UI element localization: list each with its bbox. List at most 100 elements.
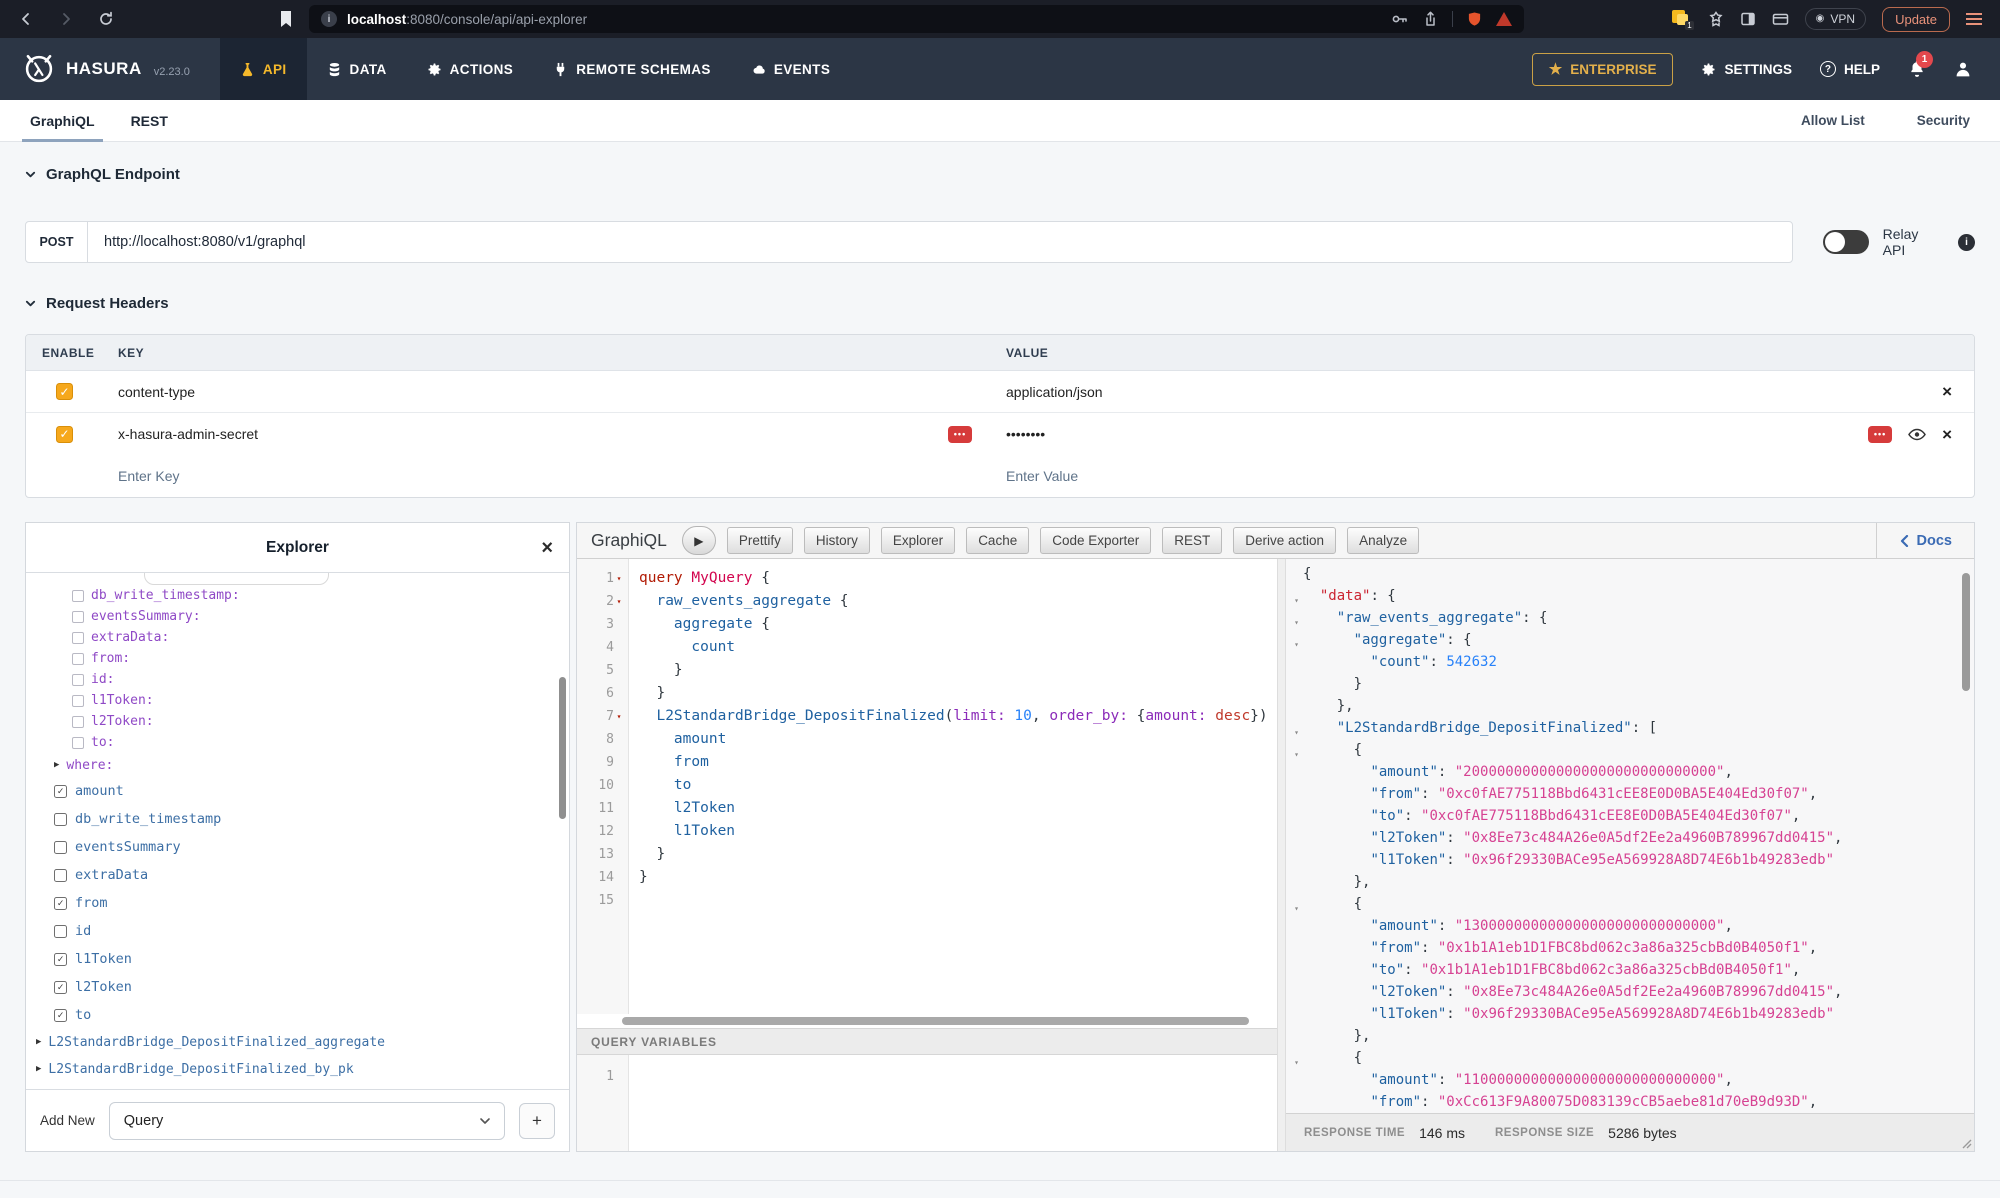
resize-corner-icon[interactable]	[1960, 1137, 1972, 1149]
graphql-endpoint-url[interactable]: http://localhost:8080/v1/graphql	[88, 234, 322, 250]
tab-rest[interactable]: REST	[131, 100, 168, 141]
nav-item-remote-schemas[interactable]: REMOTE SCHEMAS	[533, 38, 731, 100]
fold-arrow-icon[interactable]: ▾	[1290, 739, 1303, 761]
browser-reload-icon[interactable]	[98, 11, 114, 27]
explorer-arg[interactable]: to:	[26, 732, 569, 753]
explorer-field-from[interactable]: ✓from	[26, 889, 569, 917]
vpn-button[interactable]: ◉VPN	[1805, 8, 1866, 30]
nav-item-data[interactable]: DATA	[307, 38, 407, 100]
secret-dots-badge[interactable]: •••	[948, 426, 972, 443]
hasura-logo[interactable]	[22, 52, 56, 86]
explorer-arg[interactable]: from:	[26, 648, 569, 669]
settings-button[interactable]: SETTINGS	[1701, 62, 1792, 77]
extension-notes-icon[interactable]: 1	[1672, 10, 1692, 28]
bookmark-icon[interactable]	[279, 11, 293, 27]
warning-triangle-icon[interactable]	[1496, 12, 1512, 26]
response-scrollbar[interactable]	[1962, 573, 1970, 691]
brave-shield-icon[interactable]	[1467, 11, 1482, 27]
field-checkbox[interactable]	[54, 813, 67, 826]
field-checkbox[interactable]	[54, 841, 67, 854]
enterprise-button[interactable]: ★ ENTERPRISE	[1532, 53, 1674, 86]
close-icon[interactable]: ×	[541, 538, 553, 558]
fold-arrow-icon[interactable]: ▾	[1290, 585, 1303, 607]
explorer-field-eventsSummary[interactable]: eventsSummary	[26, 833, 569, 861]
fold-arrow-icon[interactable]: ▾	[614, 597, 624, 606]
update-button[interactable]: Update	[1882, 7, 1950, 32]
sidebar-toggle-icon[interactable]	[1740, 11, 1756, 27]
arg-checkbox[interactable]	[72, 695, 84, 707]
explorer-where[interactable]: ▶where:	[26, 753, 569, 777]
arg-checkbox[interactable]	[72, 632, 84, 644]
rest-button[interactable]: REST	[1162, 527, 1222, 554]
new-header-key-input[interactable]: Enter Key	[118, 468, 1006, 484]
explorer-arg[interactable]: eventsSummary:	[26, 606, 569, 627]
explorer-button[interactable]: Explorer	[881, 527, 955, 554]
fold-arrow-icon[interactable]: ▾	[1290, 1047, 1303, 1069]
prettify-button[interactable]: Prettify	[727, 527, 793, 554]
history-button[interactable]: History	[804, 527, 870, 554]
header-key[interactable]: x-hasura-admin-secret	[118, 426, 258, 442]
share-icon[interactable]	[1423, 11, 1438, 27]
key-icon[interactable]	[1391, 11, 1409, 27]
query-variables-header[interactable]: QUERY VARIABLES	[577, 1028, 1277, 1055]
header-value[interactable]: application/json	[1006, 384, 1103, 400]
remove-header-icon[interactable]: ×	[1942, 383, 1952, 400]
security-link[interactable]: Security	[1917, 113, 1970, 128]
explorer-field-amount[interactable]: ✓amount	[26, 777, 569, 805]
add-new-select[interactable]: Query	[109, 1102, 505, 1140]
explorer-field-db_write_timestamp[interactable]: db_write_timestamp	[26, 805, 569, 833]
query-editor-lines[interactable]: query MyQuery { raw_events_aggregate { a…	[629, 559, 1277, 1014]
execute-query-button[interactable]: ▶	[682, 526, 716, 555]
field-checkbox[interactable]	[54, 869, 67, 882]
fold-arrow-icon[interactable]: ▾	[614, 712, 624, 721]
explorer-field-extraData[interactable]: extraData	[26, 861, 569, 889]
explorer-arg[interactable]: l1Token:	[26, 690, 569, 711]
analyze-button[interactable]: Analyze	[1347, 527, 1419, 554]
fold-arrow-icon[interactable]: ▾	[1290, 893, 1303, 915]
explorer-field-l1Token[interactable]: ✓l1Token	[26, 945, 569, 973]
editor-hscrollbar[interactable]	[622, 1017, 1249, 1025]
arg-checkbox[interactable]	[72, 716, 84, 728]
fold-arrow-icon[interactable]: ▾	[1290, 607, 1303, 629]
explorer-arg[interactable]: extraData:	[26, 627, 569, 648]
arg-checkbox[interactable]	[72, 674, 84, 686]
explorer-node[interactable]: ▶L2StandardBridge_DepositFinalized_aggre…	[26, 1029, 569, 1056]
relay-api-toggle[interactable]	[1823, 230, 1869, 254]
explorer-arg[interactable]: db_write_timestamp:	[26, 585, 569, 606]
query-editor[interactable]: 1▾2▾34567▾89101112131415 query MyQuery {…	[577, 559, 1277, 1151]
nav-item-actions[interactable]: ACTIONS	[407, 38, 534, 100]
remove-header-icon[interactable]: ×	[1942, 426, 1952, 443]
derive-action-button[interactable]: Derive action	[1233, 527, 1336, 554]
help-button[interactable]: ? HELP	[1820, 61, 1880, 77]
field-checkbox[interactable]: ✓	[54, 981, 67, 994]
secret-dots-badge[interactable]: •••	[1868, 426, 1892, 443]
nav-item-api[interactable]: API	[220, 38, 307, 100]
expand-arrow-icon[interactable]: ▶	[36, 1038, 41, 1047]
graphql-endpoint-section-header[interactable]: GraphQL Endpoint	[25, 166, 1975, 183]
fold-arrow-icon[interactable]: ▾	[1290, 717, 1303, 739]
panel-resize-handle[interactable]	[1277, 559, 1286, 1151]
cache-button[interactable]: Cache	[966, 527, 1029, 554]
field-checkbox[interactable]: ✓	[54, 897, 67, 910]
arg-checkbox[interactable]	[72, 653, 84, 665]
eye-icon[interactable]	[1908, 428, 1926, 441]
arg-checkbox[interactable]	[72, 611, 84, 623]
field-checkbox[interactable]: ✓	[54, 953, 67, 966]
explorer-arg[interactable]: l2Token:	[26, 711, 569, 732]
address-bar[interactable]: i localhost :8080/console/api/api-explor…	[309, 5, 1524, 33]
browser-forward-icon[interactable]	[58, 11, 74, 27]
fold-arrow-icon[interactable]: ▾	[614, 574, 624, 583]
info-icon[interactable]: i	[1958, 234, 1975, 251]
explorer-field-to[interactable]: ✓to	[26, 1001, 569, 1029]
browser-back-icon[interactable]	[18, 11, 34, 27]
user-avatar[interactable]	[1954, 60, 1972, 78]
expand-arrow-icon[interactable]: ▶	[36, 1065, 41, 1074]
explorer-arg[interactable]: id:	[26, 669, 569, 690]
nav-item-events[interactable]: EVENTS	[731, 38, 850, 100]
explorer-field-l2Token[interactable]: ✓l2Token	[26, 973, 569, 1001]
new-header-value-input[interactable]: Enter Value	[1006, 468, 1974, 484]
rewards-icon[interactable]	[1708, 11, 1724, 27]
enable-checkbox[interactable]: ✓	[56, 383, 73, 400]
header-key[interactable]: content-type	[118, 384, 195, 400]
header-value[interactable]: ••••••••	[1006, 426, 1045, 442]
